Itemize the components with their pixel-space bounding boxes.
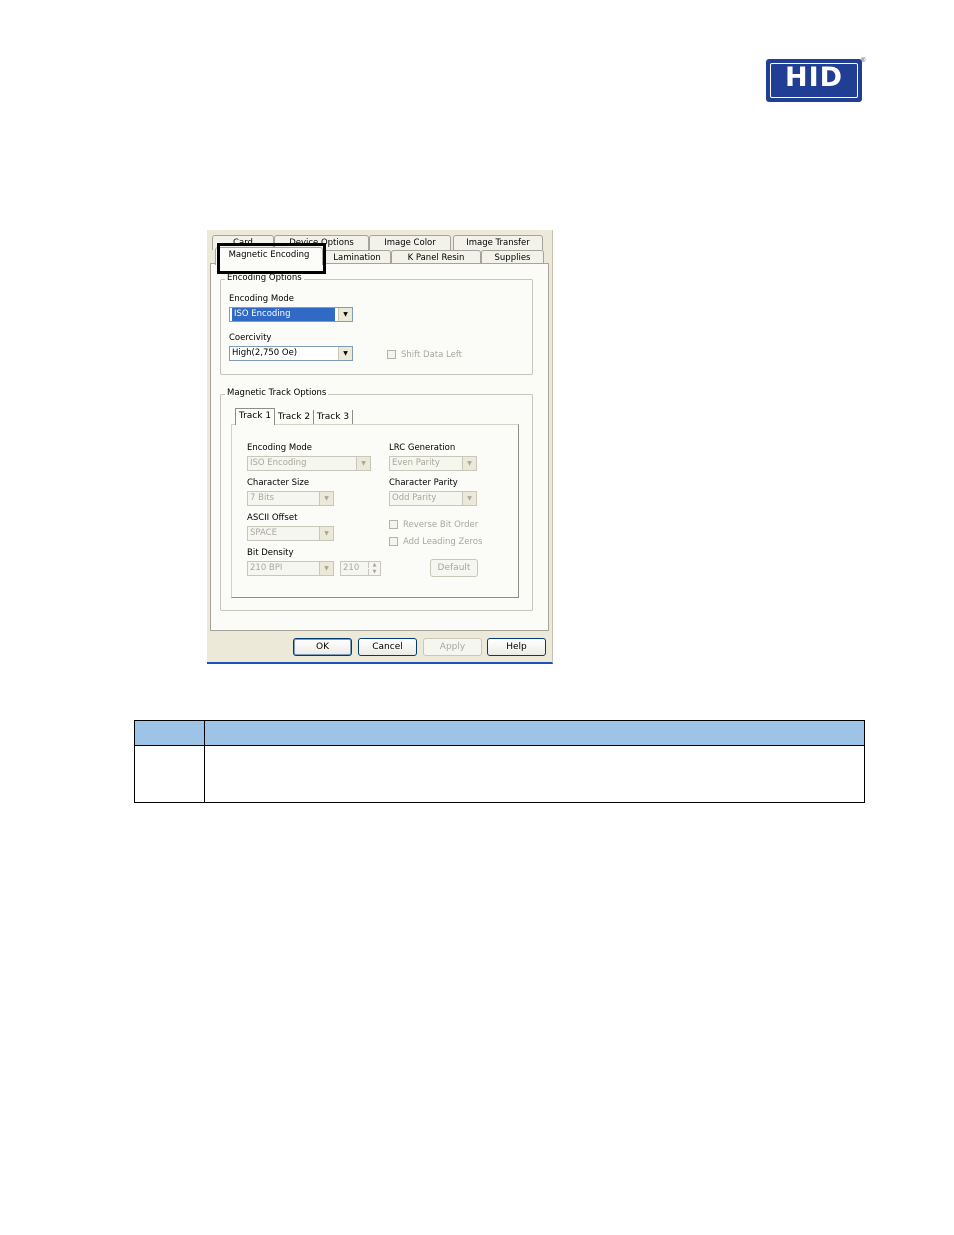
ascii-offset-value: SPACE bbox=[250, 528, 277, 538]
chevron-down-icon[interactable]: ▼ bbox=[356, 457, 370, 470]
chevron-down-icon[interactable]: ▼ bbox=[338, 347, 352, 360]
encoding-options-title: Encoding Options bbox=[225, 273, 304, 283]
coercivity-label: Coercivity bbox=[229, 333, 272, 343]
track-encoding-mode-label: Encoding Mode bbox=[247, 443, 313, 453]
lrc-generation-label: LRC Generation bbox=[389, 443, 456, 453]
tab-track-1[interactable]: Track 1 bbox=[235, 408, 275, 425]
tab-image-color[interactable]: Image Color bbox=[369, 235, 451, 250]
default-button[interactable]: Default bbox=[430, 559, 478, 577]
reverse-bit-order-label: Reverse Bit Order bbox=[403, 520, 479, 530]
character-size-label: Character Size bbox=[247, 478, 310, 488]
magnetic-track-options-title: Magnetic Track Options bbox=[225, 388, 329, 398]
bit-density-spinner[interactable]: 210 ▲ ▼ bbox=[340, 561, 381, 576]
chevron-down-icon[interactable]: ▼ bbox=[462, 457, 476, 470]
bit-density-value: 210 BPI bbox=[250, 563, 283, 573]
spin-up-icon[interactable]: ▲ bbox=[368, 562, 380, 568]
track-1-panel: Encoding Mode ISO Encoding ▼ Character S… bbox=[231, 424, 519, 598]
character-parity-value: Odd Parity bbox=[392, 493, 437, 503]
printer-properties-dialog: Card Device Options Image Color Image Tr… bbox=[207, 230, 553, 664]
encoding-options-group: Encoding Options Encoding Mode ISO Encod… bbox=[220, 273, 533, 375]
chevron-down-icon[interactable]: ▼ bbox=[319, 492, 333, 505]
tab-track-2[interactable]: Track 2 bbox=[275, 410, 314, 425]
reverse-bit-order-checkbox[interactable] bbox=[389, 520, 398, 529]
lrc-generation-value: Even Parity bbox=[392, 458, 440, 468]
spin-down-icon[interactable]: ▼ bbox=[368, 569, 380, 575]
bit-density-select[interactable]: 210 BPI ▼ bbox=[247, 561, 334, 576]
chevron-down-icon[interactable]: ▼ bbox=[319, 527, 333, 540]
add-leading-zeros-checkbox[interactable] bbox=[389, 537, 398, 546]
coercivity-value: High(2,750 Oe) bbox=[232, 348, 298, 358]
chevron-down-icon[interactable]: ▼ bbox=[319, 562, 333, 575]
coercivity-select[interactable]: High(2,750 Oe) ▼ bbox=[229, 346, 353, 361]
encoding-mode-value: ISO Encoding bbox=[232, 308, 335, 321]
apply-button[interactable]: Apply bbox=[423, 638, 482, 656]
character-parity-select[interactable]: Odd Parity ▼ bbox=[389, 491, 477, 506]
tab-track-3[interactable]: Track 3 bbox=[314, 410, 353, 425]
track-encoding-mode-select[interactable]: ISO Encoding ▼ bbox=[247, 456, 371, 471]
logo-registered-mark: ® bbox=[861, 58, 866, 64]
chevron-down-icon[interactable]: ▼ bbox=[338, 308, 352, 321]
table-header-row bbox=[135, 721, 864, 746]
help-button[interactable]: Help bbox=[487, 638, 546, 656]
tab-image-transfer[interactable]: Image Transfer bbox=[453, 235, 543, 250]
description-table bbox=[134, 720, 865, 803]
magnetic-track-options-group: Magnetic Track Options Track 1 Track 2 T… bbox=[220, 388, 533, 611]
ascii-offset-label: ASCII Offset bbox=[247, 513, 298, 523]
character-parity-label: Character Parity bbox=[389, 478, 458, 488]
track-encoding-mode-value: ISO Encoding bbox=[250, 458, 307, 468]
lrc-generation-select[interactable]: Even Parity ▼ bbox=[389, 456, 477, 471]
shift-data-left-checkbox[interactable] bbox=[387, 350, 396, 359]
encoding-mode-label: Encoding Mode bbox=[229, 294, 295, 304]
cancel-button[interactable]: Cancel bbox=[358, 638, 417, 656]
tab-highlight-callout bbox=[217, 243, 326, 274]
shift-data-left-label: Shift Data Left bbox=[401, 350, 463, 360]
hid-logo: HID bbox=[766, 59, 862, 102]
logo-text: HID bbox=[784, 62, 844, 93]
ascii-offset-select[interactable]: SPACE ▼ bbox=[247, 526, 334, 541]
bit-density-label: Bit Density bbox=[247, 548, 294, 558]
chevron-down-icon[interactable]: ▼ bbox=[462, 492, 476, 505]
encoding-mode-select[interactable]: ISO Encoding ▼ bbox=[229, 307, 353, 322]
magnetic-encoding-page: Encoding Options Encoding Mode ISO Encod… bbox=[210, 263, 549, 631]
bit-density-spin-value: 210 bbox=[343, 563, 360, 573]
character-size-select[interactable]: 7 Bits ▼ bbox=[247, 491, 334, 506]
add-leading-zeros-label: Add Leading Zeros bbox=[403, 537, 483, 547]
character-size-value: 7 Bits bbox=[250, 493, 275, 503]
table-column-divider bbox=[204, 721, 205, 802]
ok-button[interactable]: OK bbox=[293, 638, 352, 656]
